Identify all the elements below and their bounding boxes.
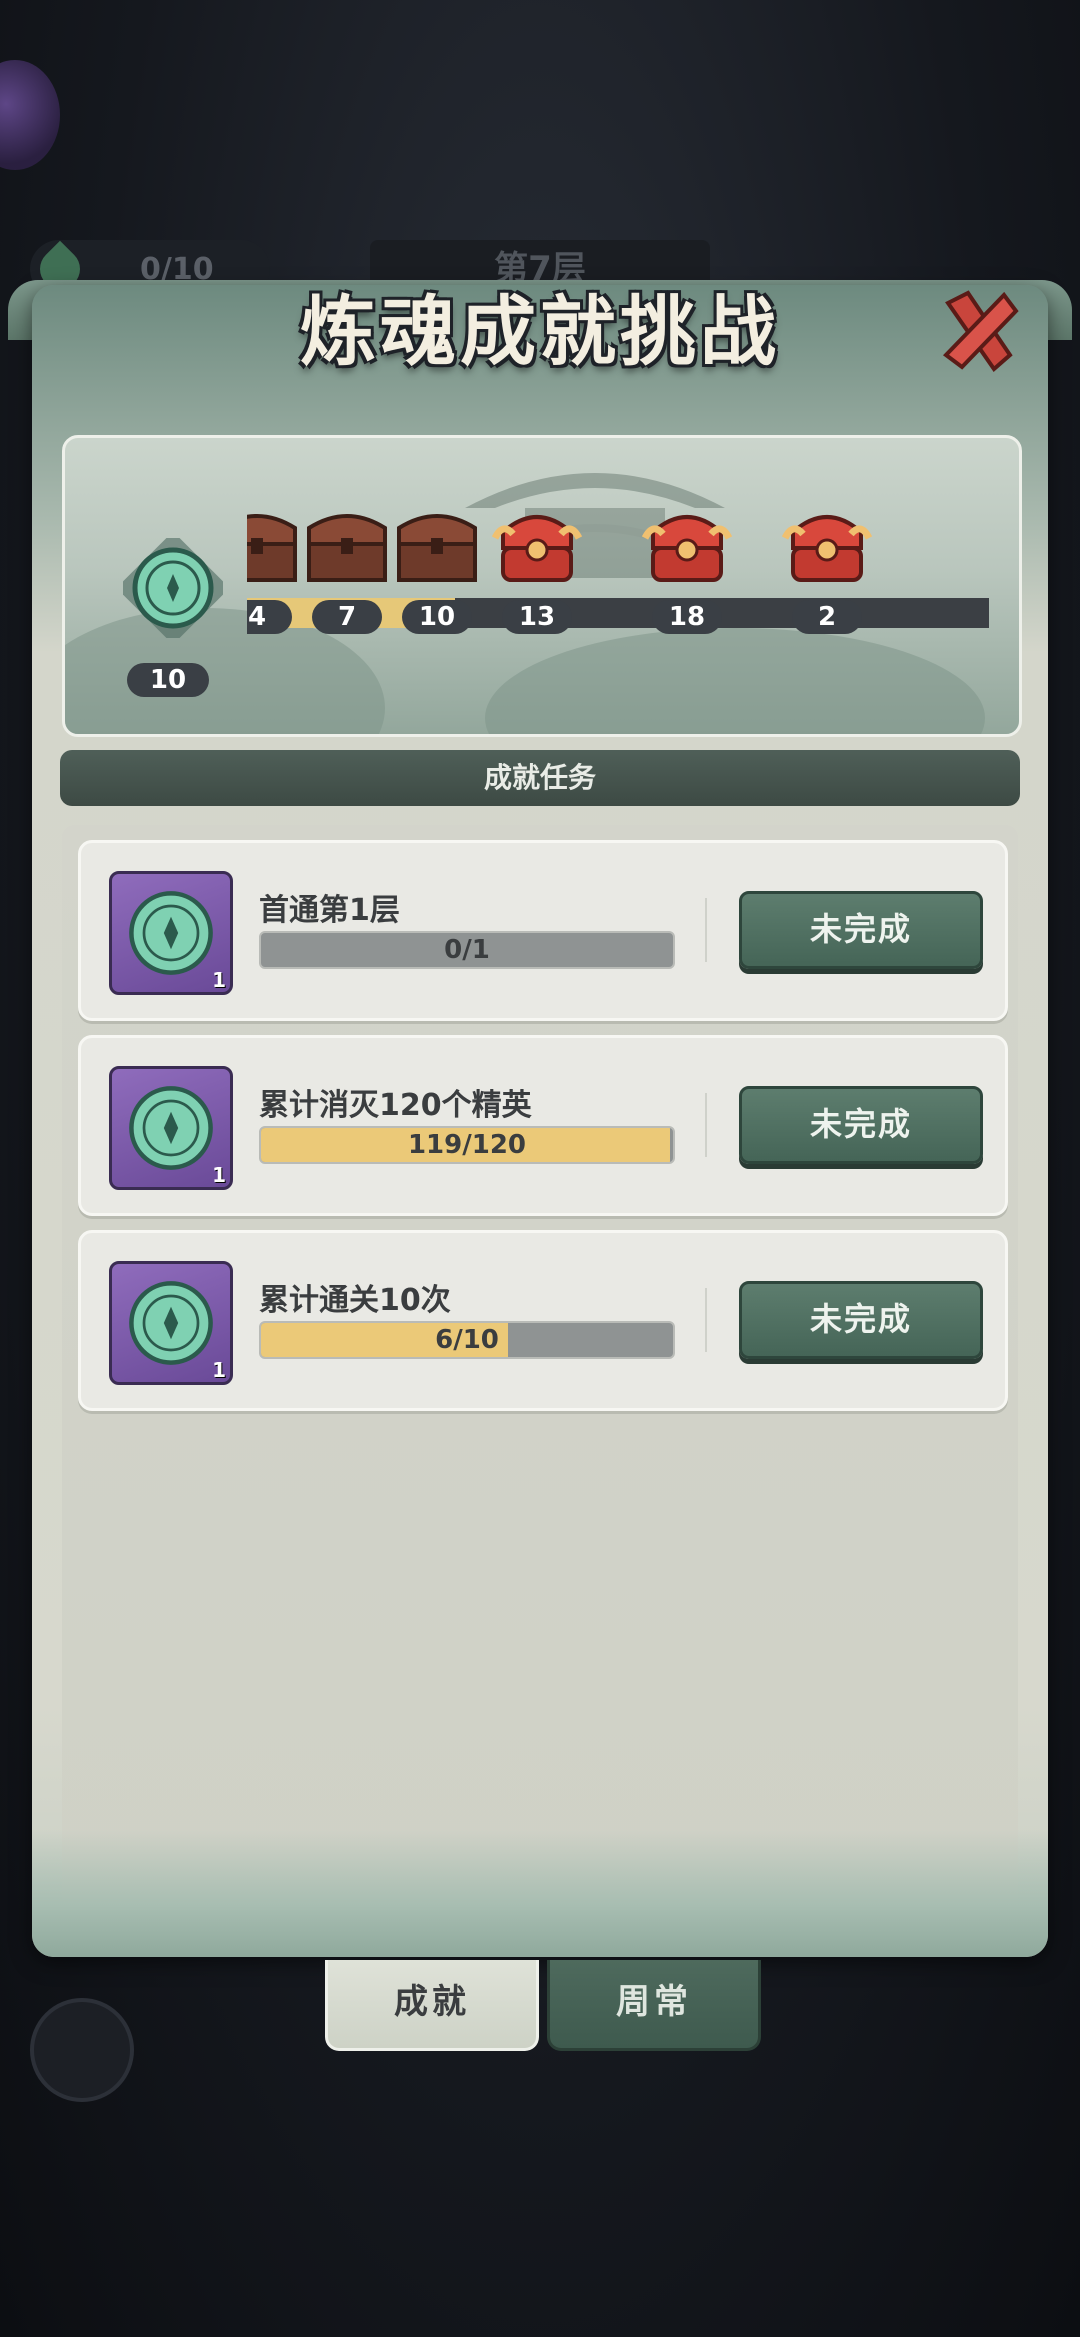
task-progress-bar: 6/10 [259,1321,675,1359]
task-row: 1 累计通关10次 6/10 未完成 [78,1230,1008,1411]
milestone-18[interactable]: 18 [637,498,737,634]
milestone-value: 2 [792,600,862,634]
milestone-value: 7 [312,600,382,634]
task-progress-text: 119/120 [407,1130,527,1160]
task-progress-bar: 119/120 [259,1126,675,1164]
red-chest-icon [489,498,585,594]
wooden-chest-icon [389,498,485,594]
back-icon[interactable] [30,1998,134,2102]
jade-coin-icon [129,891,213,975]
milestone-value: 10 [402,600,472,634]
task-name: 首通第1层 [259,893,400,928]
red-chest-icon [779,498,875,594]
close-button[interactable] [938,285,1020,375]
tab-achievement[interactable]: 成就 [325,1960,539,2051]
reward-quantity: 1 [212,968,226,992]
task-progress-bar: 0/1 [259,931,675,969]
milestone-value: 13 [502,600,572,634]
milestone-value: 4 [247,600,292,634]
wooden-chest-icon [299,498,395,594]
reward-item[interactable]: 1 [109,1261,233,1385]
milestone-10[interactable]: 10 [387,498,487,634]
milestone-7[interactable]: 7 [297,498,397,634]
start-coin [116,531,230,645]
tab-weekly[interactable]: 周常 [547,1960,761,2051]
jade-coin-icon [116,531,230,645]
close-x-icon [942,290,1019,372]
milestone-value: 18 [652,600,722,634]
task-row: 1 累计消灭120个精英 119/120 未完成 [78,1035,1008,1216]
start-value-label: 10 [127,663,209,697]
reward-item[interactable]: 1 [109,871,233,995]
reward-quantity: 1 [212,1358,226,1382]
milestone-13[interactable]: 13 [487,498,587,634]
task-status-button[interactable]: 未完成 [739,1086,983,1164]
reward-quantity: 1 [212,1163,226,1187]
task-name: 累计通关10次 [259,1283,451,1318]
divider [705,1288,707,1352]
task-status-button[interactable]: 未完成 [739,891,983,969]
jade-coin-icon [129,1086,213,1170]
background-orb [0,60,60,170]
section-title: 成就任务 [60,750,1020,806]
red-chest-icon [639,498,735,594]
divider [705,1093,707,1157]
task-row: 1 首通第1层 0/1 未完成 [78,840,1008,1021]
panel-title: 炼魂成就挑战 [300,287,780,376]
task-name: 累计消灭120个精英 [259,1088,532,1123]
task-status-button[interactable]: 未完成 [739,1281,983,1359]
milestone-banner: 10 4 7 10 13 18 2 [62,435,1022,737]
jade-coin-icon [129,1281,213,1365]
reward-item[interactable]: 1 [109,1066,233,1190]
milestone-track: 4 7 10 13 18 2 [247,498,989,698]
task-progress-text: 6/10 [435,1325,499,1355]
milestone-2[interactable]: 2 [777,498,877,634]
task-progress-text: 0/1 [444,935,490,965]
wave-decoration [32,1830,1048,1957]
divider [705,898,707,962]
